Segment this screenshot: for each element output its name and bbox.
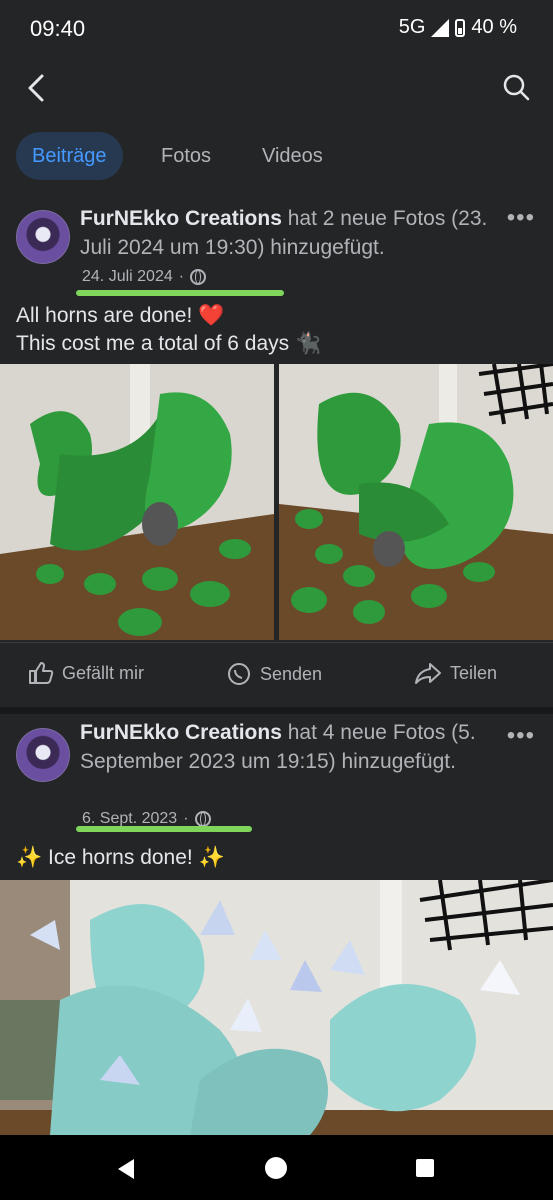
share-arrow-icon bbox=[415, 663, 441, 684]
highlight-underline bbox=[76, 290, 284, 296]
nav-home-icon[interactable] bbox=[265, 1157, 287, 1179]
post-actions: Gefällt mir Senden Teilen bbox=[0, 642, 553, 707]
photo-ice-horns bbox=[0, 880, 553, 1135]
post-dateline: 24. Juli 2024 · bbox=[82, 268, 207, 286]
post-text-line1: ✨ Ice horns done! ✨ bbox=[16, 846, 225, 869]
tab-beitraege[interactable]: Beiträge bbox=[16, 132, 123, 180]
signal-icon bbox=[431, 18, 450, 37]
post-card: FurNEkko Creations hat 2 neue Fotos (23.… bbox=[0, 196, 553, 707]
photo-green-horns-2 bbox=[279, 364, 553, 640]
more-options-icon[interactable]: ••• bbox=[507, 204, 535, 232]
battery-icon bbox=[455, 18, 466, 37]
network-label: 5G bbox=[398, 16, 426, 38]
whatsapp-icon bbox=[228, 663, 250, 685]
highlight-underline bbox=[76, 826, 252, 832]
post-headline: FurNEkko Creations hat 2 neue Fotos (23.… bbox=[80, 204, 510, 262]
globe-icon bbox=[190, 269, 207, 285]
top-bar bbox=[0, 58, 553, 118]
tab-videos[interactable]: Videos bbox=[246, 132, 339, 180]
post-photo[interactable] bbox=[279, 364, 553, 640]
back-arrow-icon[interactable] bbox=[22, 72, 54, 104]
post-card: FurNEkko Creations hat 4 neue Fotos (5. … bbox=[0, 714, 553, 1135]
globe-icon bbox=[194, 811, 211, 827]
search-icon[interactable] bbox=[501, 72, 531, 102]
post-text-line1: All horns are done! ❤️ bbox=[16, 304, 225, 327]
post-photo[interactable] bbox=[0, 364, 274, 640]
thumbs-up-icon bbox=[29, 662, 54, 684]
nav-recents-icon[interactable] bbox=[416, 1159, 434, 1177]
more-options-icon[interactable]: ••• bbox=[507, 722, 535, 750]
system-nav-bar bbox=[0, 1135, 553, 1200]
author-name[interactable]: FurNEkko Creations bbox=[80, 721, 282, 744]
like-label: Gefällt mir bbox=[62, 662, 145, 683]
post-photo[interactable] bbox=[0, 880, 553, 1135]
profile-tabs: Beiträge Fotos Videos bbox=[0, 118, 553, 196]
battery-level: 40 % bbox=[471, 16, 517, 38]
share-label: Teilen bbox=[450, 662, 498, 683]
avatar[interactable] bbox=[16, 728, 70, 782]
status-time: 09:40 bbox=[30, 16, 86, 41]
author-name[interactable]: FurNEkko Creations bbox=[80, 207, 282, 230]
share-button[interactable]: Teilen bbox=[414, 661, 497, 685]
avatar[interactable] bbox=[16, 210, 70, 264]
post-date[interactable]: 24. Juli 2024 bbox=[82, 268, 173, 286]
separator-dot: · bbox=[178, 268, 185, 285]
nav-back-icon[interactable] bbox=[118, 1159, 134, 1179]
send-label: Senden bbox=[260, 663, 323, 684]
send-button[interactable]: Senden bbox=[226, 661, 322, 687]
status-bar: 09:40 5G 40 % bbox=[0, 0, 553, 58]
photo-green-horns-1 bbox=[0, 364, 274, 640]
tab-fotos[interactable]: Fotos bbox=[145, 132, 227, 180]
like-button[interactable]: Gefällt mir bbox=[28, 661, 144, 685]
status-icons: 5G 40 % bbox=[399, 16, 517, 39]
post-text-line2: This cost me a total of 6 days 🐈‍⬛ bbox=[16, 332, 322, 355]
post-headline: FurNEkko Creations hat 4 neue Fotos (5. … bbox=[80, 718, 510, 776]
